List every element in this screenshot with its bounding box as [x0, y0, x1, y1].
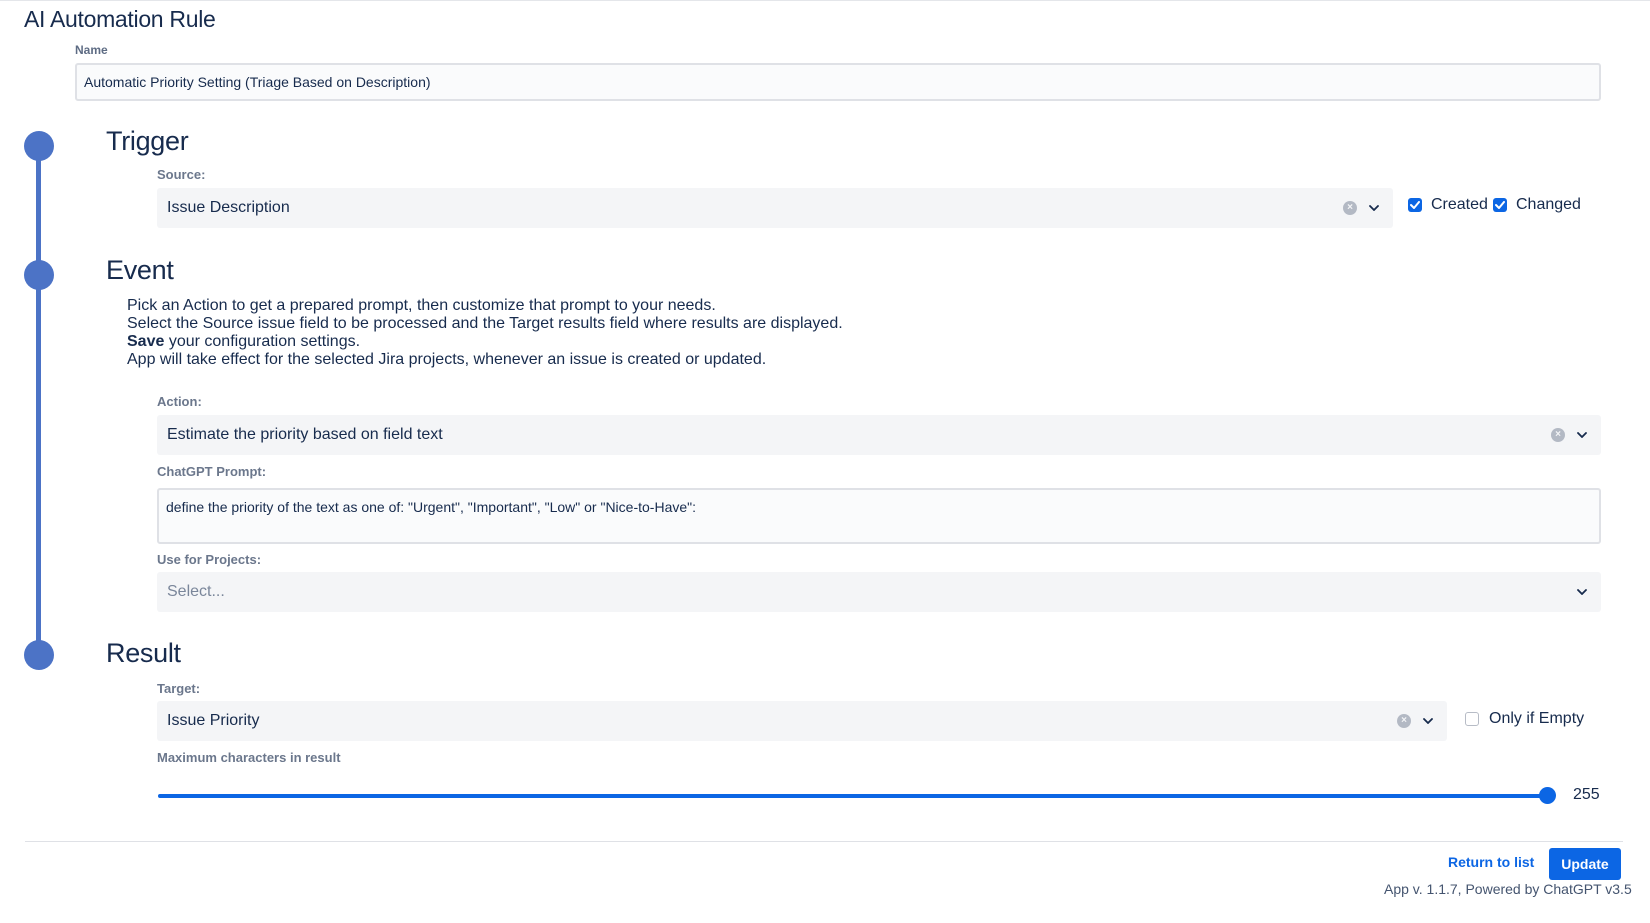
- only-if-empty-checkbox[interactable]: [1465, 712, 1479, 726]
- event-title: Event: [106, 255, 174, 285]
- action-select[interactable]: Estimate the priority based on field tex…: [157, 415, 1601, 455]
- prompt-textarea[interactable]: define the priority of the text as one o…: [157, 488, 1601, 544]
- event-description: Pick an Action to get a prepared prompt,…: [127, 297, 843, 369]
- chevron-down-icon[interactable]: [1367, 201, 1381, 215]
- target-label: Target:: [157, 681, 201, 696]
- source-value: Issue Description: [167, 199, 290, 216]
- projects-label: Use for Projects:: [157, 552, 262, 567]
- footer-divider: [25, 841, 1623, 842]
- prompt-label: ChatGPT Prompt:: [157, 464, 267, 479]
- changed-checkbox-group[interactable]: Changed: [1493, 196, 1581, 214]
- clear-icon[interactable]: ×: [1397, 714, 1411, 728]
- checkbox-checked-icon: [1495, 201, 1505, 209]
- chevron-down-icon[interactable]: [1421, 714, 1435, 728]
- action-label: Action:: [157, 394, 202, 409]
- top-border: [0, 0, 1650, 1]
- source-select[interactable]: Issue Description ×: [157, 188, 1393, 228]
- description-line: Select the Source issue field to be proc…: [127, 315, 843, 332]
- only-if-empty-group[interactable]: Only if Empty: [1465, 710, 1584, 728]
- timeline-dot-result: [24, 640, 54, 670]
- clear-icon[interactable]: ×: [1551, 428, 1565, 442]
- update-button[interactable]: Update: [1549, 848, 1621, 880]
- save-emphasis: Save: [127, 333, 165, 350]
- checkbox-checked-icon: [1410, 201, 1420, 209]
- timeline-dot-trigger: [24, 131, 54, 161]
- trigger-title: Trigger: [106, 126, 189, 156]
- description-line: Save your configuration settings.: [127, 333, 361, 350]
- timeline-dot-event: [24, 260, 54, 290]
- changed-checkbox[interactable]: [1493, 198, 1507, 212]
- description-line: Pick an Action to get a prepared prompt,…: [127, 297, 716, 314]
- result-title: Result: [106, 638, 181, 668]
- created-checkbox-group[interactable]: Created: [1408, 196, 1488, 214]
- max-chars-slider-thumb[interactable]: [1539, 787, 1556, 804]
- return-to-list-link[interactable]: Return to list: [1448, 854, 1534, 870]
- source-label: Source:: [157, 167, 206, 182]
- created-checkbox[interactable]: [1408, 198, 1422, 212]
- changed-label[interactable]: Changed: [1516, 196, 1581, 214]
- clear-icon[interactable]: ×: [1343, 201, 1357, 215]
- target-select[interactable]: Issue Priority ×: [157, 701, 1447, 741]
- projects-select[interactable]: Select...: [157, 572, 1601, 612]
- page-title: AI Automation Rule: [24, 6, 216, 32]
- projects-placeholder: Select...: [167, 583, 225, 600]
- target-value: Issue Priority: [167, 712, 260, 729]
- version-text: App v. 1.1.7, Powered by ChatGPT v3.5: [1384, 881, 1632, 897]
- only-if-empty-label[interactable]: Only if Empty: [1489, 710, 1584, 728]
- created-label[interactable]: Created: [1431, 196, 1488, 214]
- chevron-down-icon[interactable]: [1575, 585, 1589, 599]
- name-input[interactable]: [75, 63, 1601, 101]
- action-value: Estimate the priority based on field tex…: [167, 426, 443, 443]
- chevron-down-icon[interactable]: [1575, 428, 1589, 442]
- max-chars-slider-track[interactable]: [158, 794, 1546, 798]
- max-chars-value: 255: [1573, 786, 1600, 803]
- description-line: App will take effect for the selected Ji…: [127, 351, 767, 368]
- name-label: Name: [75, 43, 108, 57]
- timeline-line: [36, 146, 41, 660]
- max-chars-label: Maximum characters in result: [157, 750, 341, 765]
